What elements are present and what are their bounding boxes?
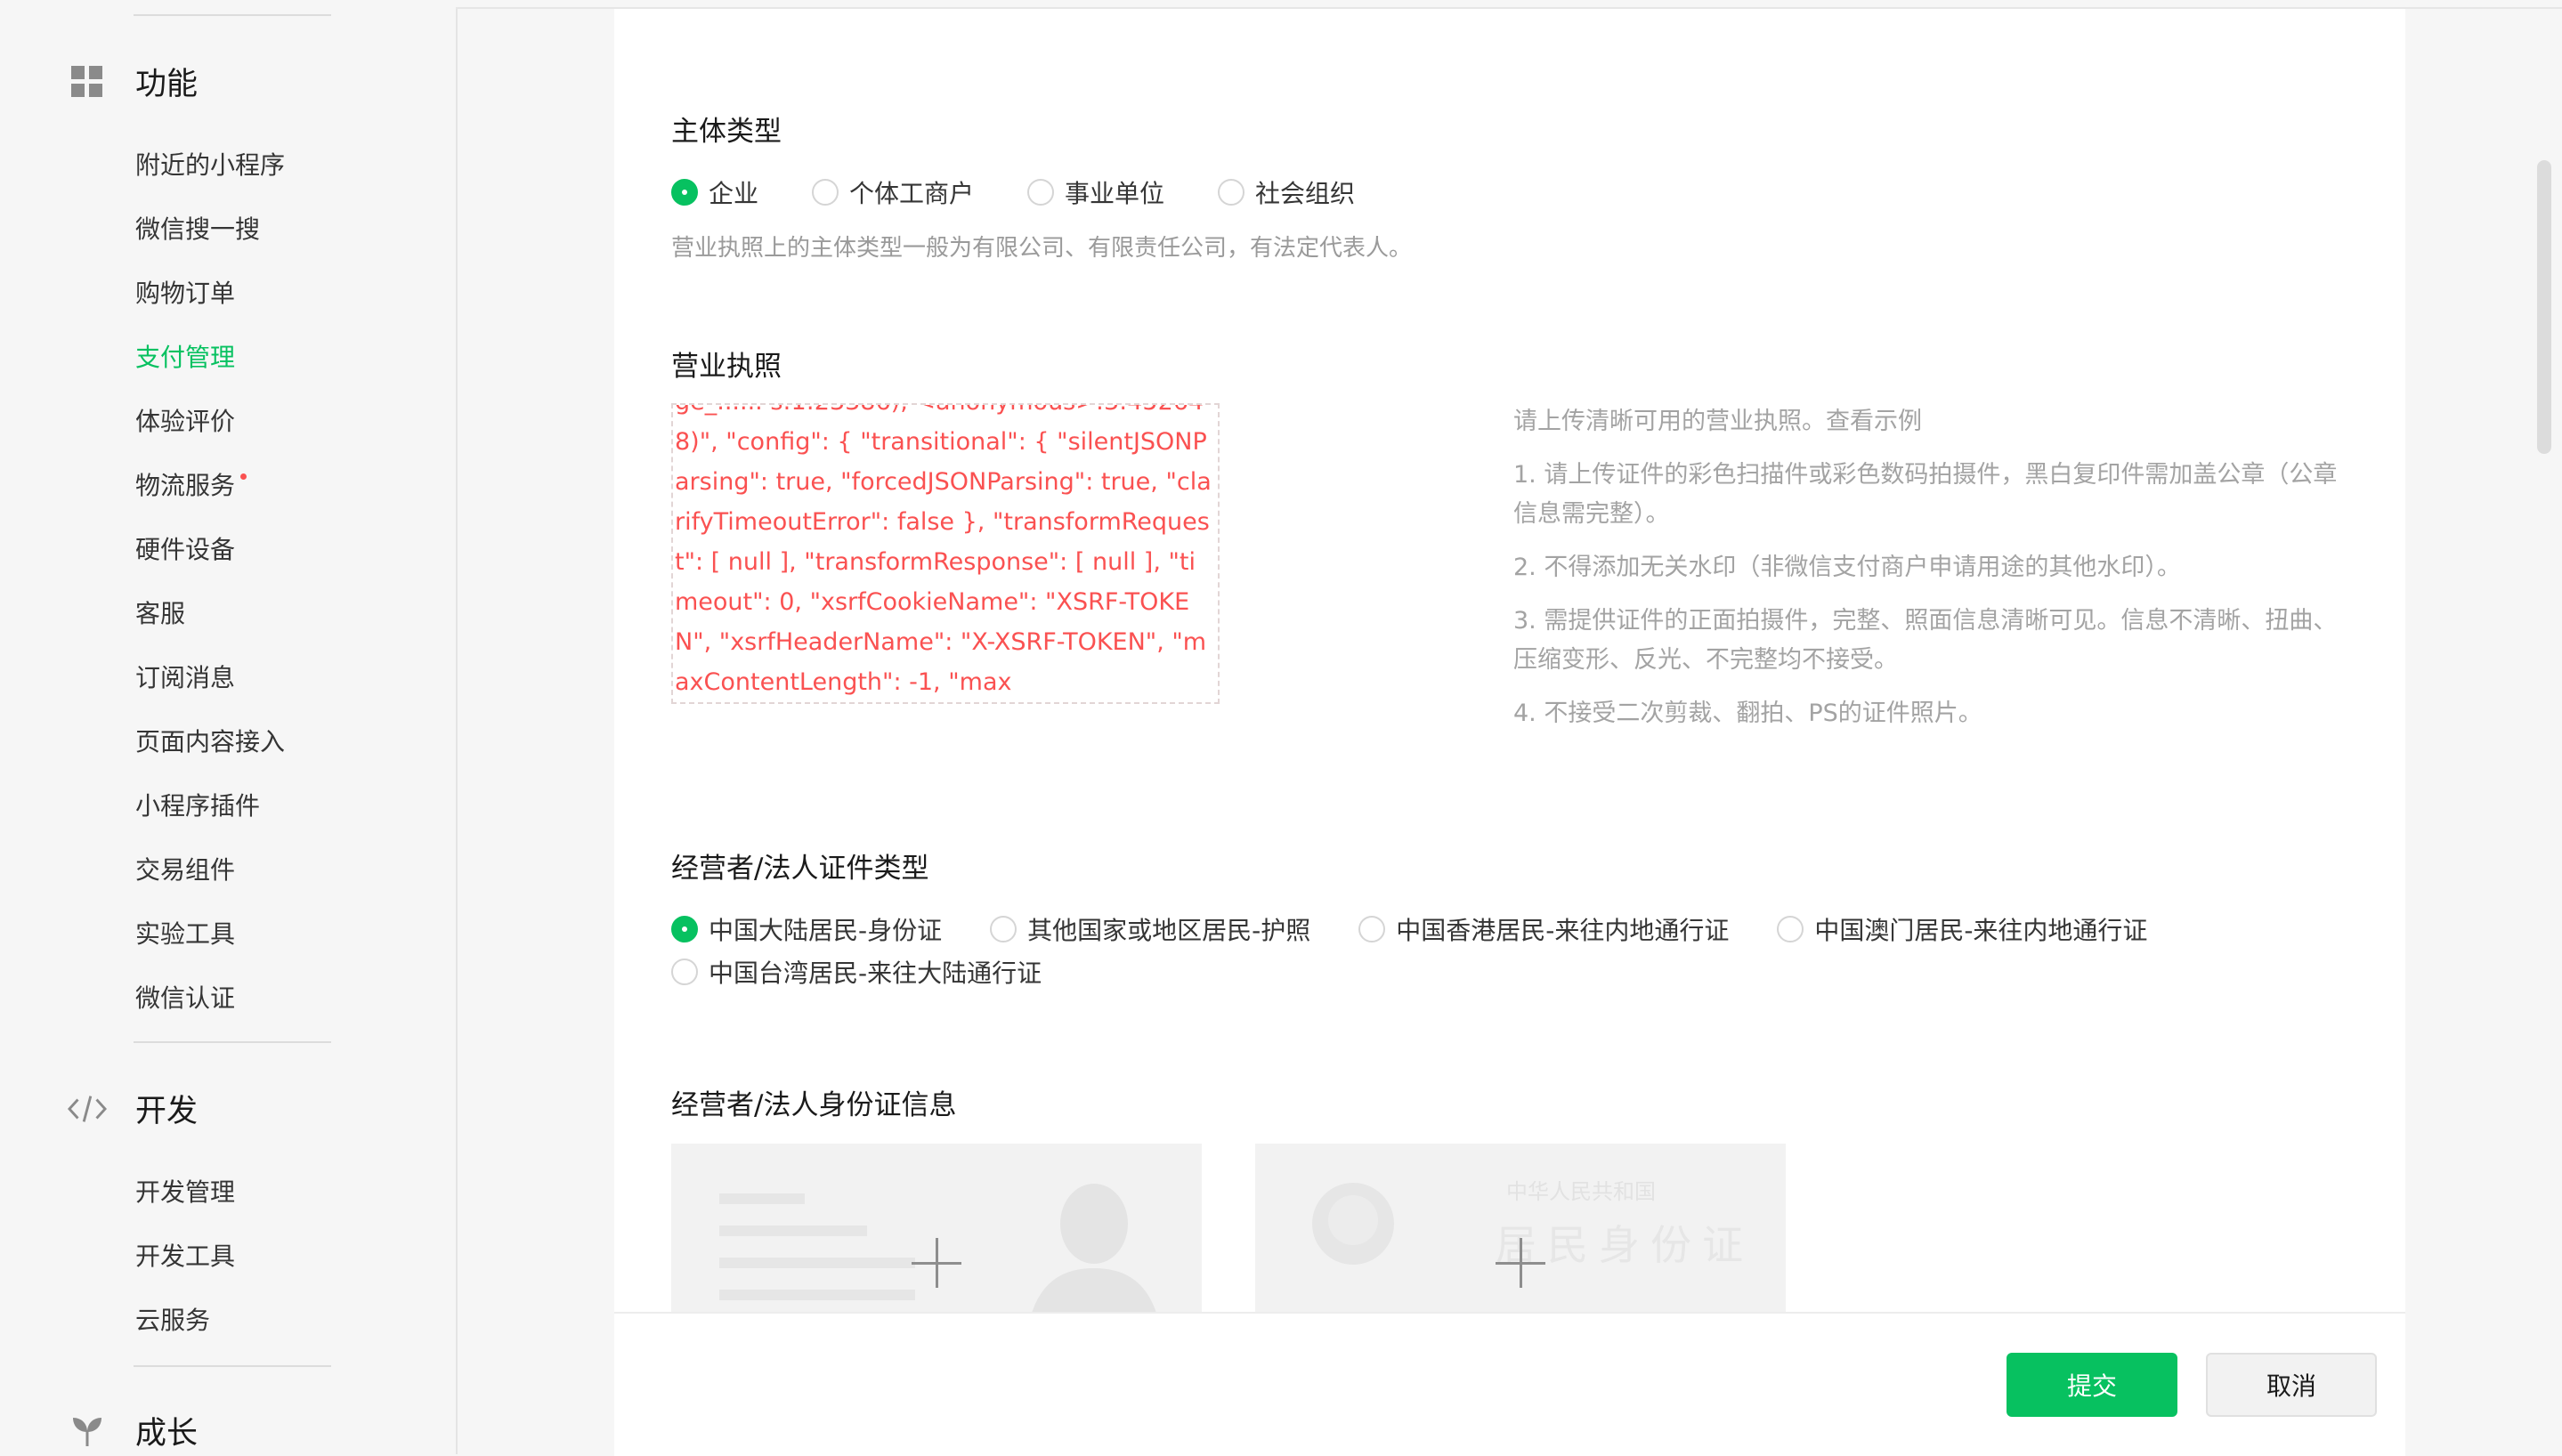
radio-label: 个体工商户	[849, 179, 975, 208]
radio-taiwan-permit[interactable]: 中国台湾居民-来往大陆通行证	[671, 954, 1042, 990]
radio-unchecked-icon	[812, 179, 839, 206]
sidebar-item-logistics[interactable]: 物流服务	[135, 468, 247, 504]
sidebar-divider	[134, 14, 331, 16]
radio-label: 企业	[709, 179, 759, 208]
sidebar-item-subscribe-messages[interactable]: 订阅消息	[135, 660, 235, 696]
card-back-title: 中华人民共和国	[1506, 1179, 1656, 1204]
radio-mainland-id[interactable]: 中国大陆居民-身份证	[671, 911, 942, 947]
cancel-button[interactable]: 取消	[2206, 1353, 2377, 1417]
card-line	[719, 1258, 915, 1268]
plus-icon	[1496, 1238, 1545, 1288]
sidebar-item-label: 物流服务	[135, 471, 236, 500]
sidebar-section-development[interactable]: 开发	[68, 1086, 198, 1131]
sidebar-item-payment-management[interactable]: 支付管理	[135, 340, 235, 376]
radio-individual-business[interactable]: 个体工商户	[812, 174, 974, 210]
upload-error-text: ge​_​......​​ s:1:23386), <anonymous>:3:…	[675, 405, 1212, 696]
tip-item: 4. 不接受二次剪裁、翻拍、PS的证件照片。	[1513, 700, 1982, 727]
notification-dot	[240, 473, 247, 480]
scrollbar[interactable]	[2537, 160, 2551, 454]
sidebar-section-title: 功能	[135, 67, 199, 102]
radio-unchecked-icon	[1777, 916, 1804, 942]
radio-unchecked-icon	[671, 959, 698, 985]
tips-heading: 请上传清晰可用的营业执照。查看示例	[1513, 408, 1922, 435]
radio-label: 社会组织	[1255, 179, 1356, 208]
id-type-radio-group-row2: 中国台湾居民-来往大陆通行证	[671, 954, 1095, 990]
grid-icon	[68, 62, 107, 101]
radio-hongkong-permit[interactable]: 中国香港居民-来往内地通行证	[1358, 911, 1729, 947]
radio-social-organization[interactable]: 社会组织	[1218, 174, 1355, 210]
radio-unchecked-icon	[1218, 179, 1245, 206]
card-line	[719, 1225, 867, 1236]
tip-item: 3. 需提供证件的正面拍摄件，完整、照面信息清晰可见。信息不清晰、扭曲、压缩变形…	[1513, 607, 2338, 674]
national-emblem-icon	[1312, 1183, 1394, 1265]
radio-public-institution[interactable]: 事业单位	[1027, 174, 1164, 210]
radio-unchecked-icon	[1358, 916, 1386, 942]
sidebar-item-hardware[interactable]: 硬件设备	[135, 532, 235, 568]
radio-passport[interactable]: 其他国家或地区居民-护照	[990, 911, 1310, 947]
license-upload-area[interactable]: ge​_​......​​ s:1:23386), <anonymous>:3:…	[671, 403, 1220, 704]
business-license-title: 营业执照	[671, 351, 782, 383]
sidebar-divider	[134, 1041, 331, 1043]
radio-checked-icon	[671, 179, 698, 206]
sidebar-item-plugins[interactable]: 小程序插件	[135, 789, 260, 824]
id-front-upload[interactable]	[671, 1144, 1202, 1322]
radio-macau-permit[interactable]: 中国澳门居民-来往内地通行证	[1777, 911, 2147, 947]
person-silhouette-icon	[1029, 1184, 1159, 1322]
id-type-radio-group: 中国大陆居民-身份证 其他国家或地区居民-护照 中国香港居民-来往内地通行证 中…	[671, 911, 2147, 947]
id-info-title: 经营者/法人身份证信息	[671, 1089, 957, 1121]
card-line	[719, 1290, 915, 1300]
radio-label: 其他国家或地区居民-护照	[1027, 916, 1311, 945]
sprout-icon	[68, 1412, 107, 1451]
radio-unchecked-icon	[990, 916, 1018, 942]
radio-enterprise[interactable]: 企业	[671, 174, 758, 210]
top-divider	[456, 0, 2562, 9]
subject-type-radio-group: 企业 个体工商户 事业单位 社会组织	[671, 174, 1408, 210]
sidebar-item-trade-components[interactable]: 交易组件	[135, 853, 235, 888]
sidebar-divider	[134, 1365, 331, 1367]
sidebar-item-lab-tools[interactable]: 实验工具	[135, 917, 235, 952]
subject-type-title: 主体类型	[671, 116, 782, 148]
sidebar-item-dev-tools[interactable]: 开发工具	[135, 1239, 235, 1274]
radio-label: 中国澳门居民-来往内地通行证	[1814, 916, 2148, 945]
sidebar-section-growth[interactable]: 成长	[68, 1408, 198, 1453]
license-tips: 请上传清晰可用的营业执照。查看示例 1. 请上传证件的彩色扫描件或彩色数码拍摄件…	[1513, 402, 2341, 748]
sidebar-item-wechat-search[interactable]: 微信搜一搜	[135, 212, 260, 247]
sidebar: 功能 附近的小程序 微信搜一搜 购物订单 支付管理 体验评价 物流服务 硬件设备…	[0, 0, 458, 1454]
tip-item: 1. 请上传证件的彩色扫描件或彩色数码拍摄件，黑白复印件需加盖公章（公章信息需完…	[1513, 461, 2338, 528]
sidebar-item-customer-service[interactable]: 客服	[135, 596, 185, 632]
plus-icon	[912, 1238, 961, 1288]
sidebar-section-functions[interactable]: 功能	[68, 59, 198, 104]
sidebar-section-title: 成长	[135, 1416, 199, 1452]
radio-checked-icon	[671, 916, 698, 942]
submit-button[interactable]: 提交	[2007, 1353, 2177, 1417]
radio-label: 中国香港居民-来往内地通行证	[1396, 916, 1730, 945]
sidebar-item-experience-review[interactable]: 体验评价	[135, 404, 235, 440]
id-type-title: 经营者/法人证件类型	[671, 853, 929, 885]
sidebar-item-wechat-verification[interactable]: 微信认证	[135, 981, 235, 1016]
sidebar-item-cloud-service[interactable]: 云服务	[135, 1303, 210, 1339]
radio-label: 事业单位	[1065, 179, 1165, 208]
code-icon	[68, 1089, 107, 1128]
radio-label: 中国大陆居民-身份证	[709, 916, 943, 945]
radio-unchecked-icon	[1027, 179, 1055, 206]
sidebar-item-shopping-orders[interactable]: 购物订单	[135, 276, 235, 311]
sidebar-section-title: 开发	[135, 1094, 199, 1129]
id-back-upload[interactable]: 中华人民共和国 居民身份证	[1255, 1144, 1786, 1322]
tip-item: 2. 不得添加无关水印（非微信支付商户申请用途的其他水印）。	[1513, 554, 2181, 581]
radio-label: 中国台湾居民-来往大陆通行证	[709, 959, 1042, 988]
sidebar-item-nearby-miniprogram[interactable]: 附近的小程序	[135, 148, 285, 183]
card-line	[719, 1193, 805, 1204]
subject-type-hint: 营业执照上的主体类型一般为有限公司、有限责任公司，有法定代表人。	[671, 235, 1413, 262]
sidebar-item-dev-management[interactable]: 开发管理	[135, 1175, 235, 1210]
sidebar-item-page-content[interactable]: 页面内容接入	[135, 724, 285, 760]
